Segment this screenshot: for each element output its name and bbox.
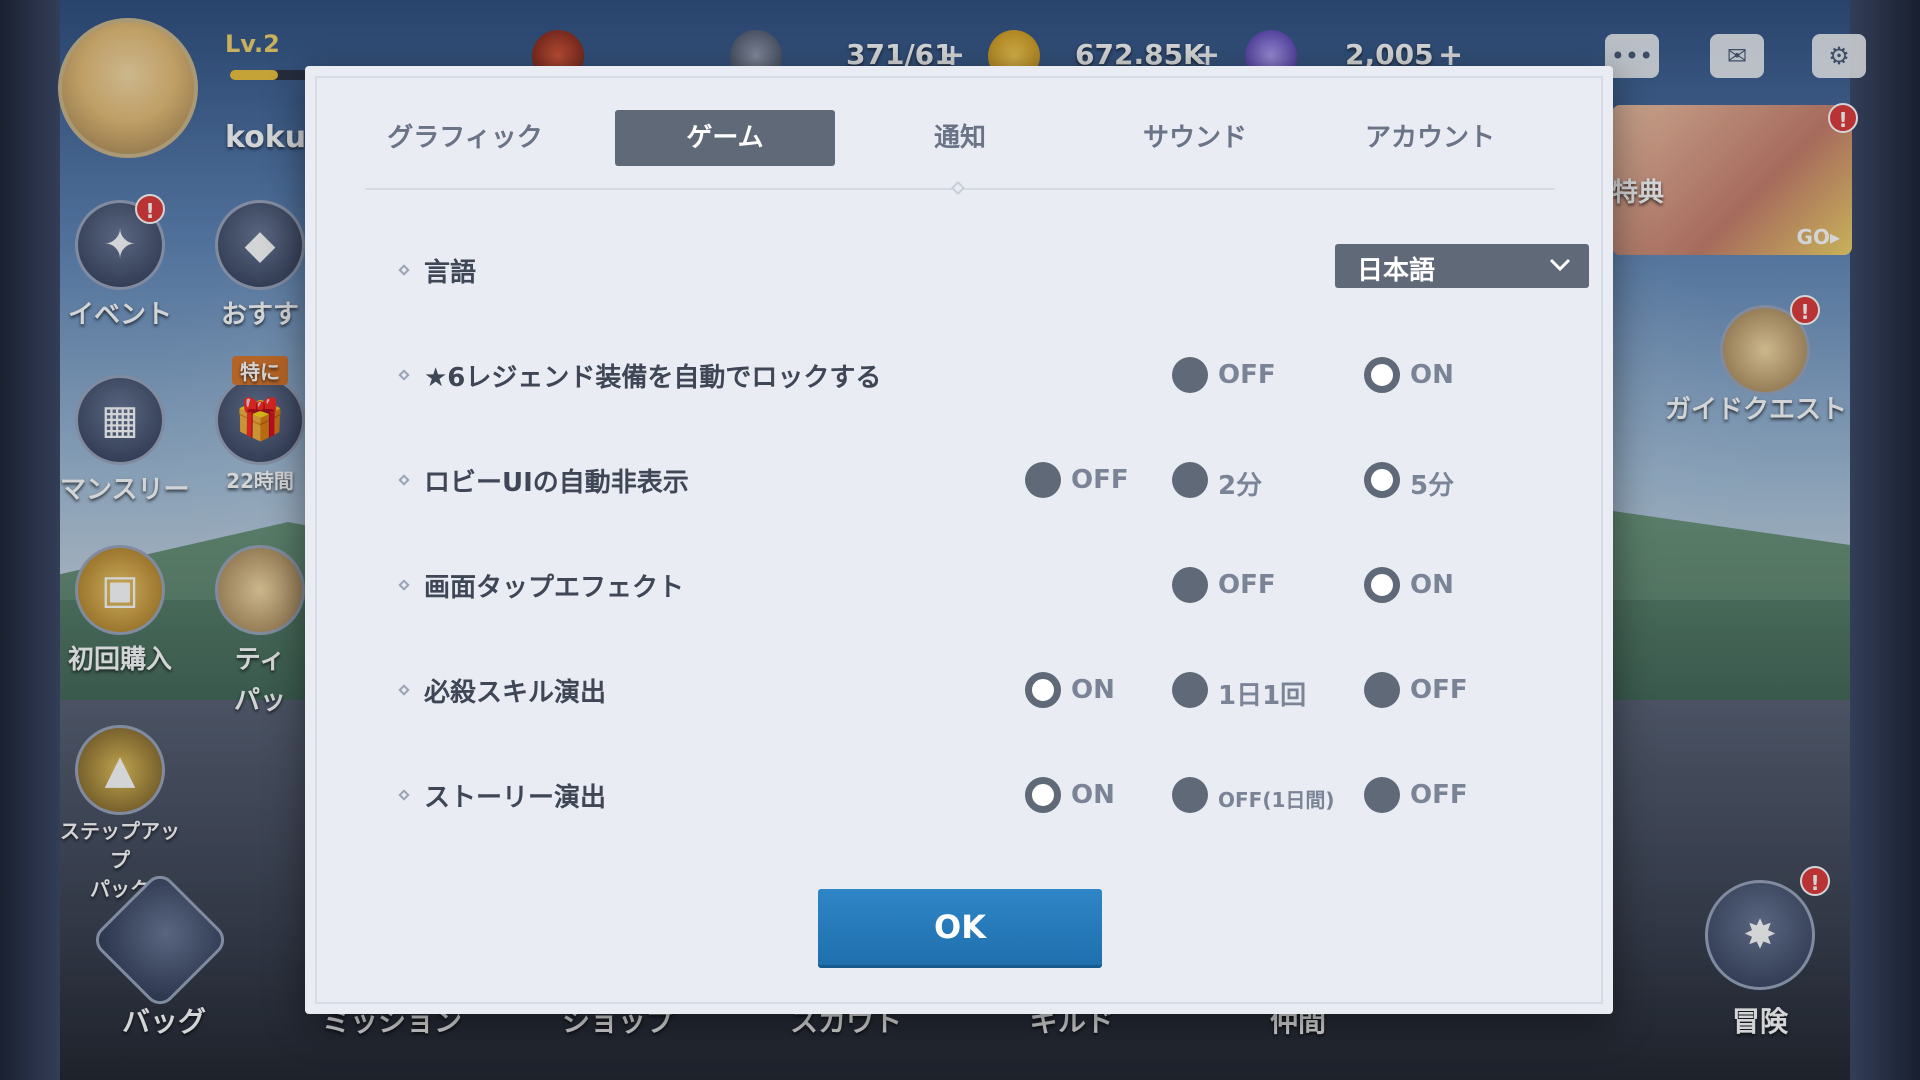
row-bullet	[398, 579, 410, 591]
radio-button[interactable]	[1364, 672, 1400, 708]
special-skill-label: 必殺スキル演出	[424, 678, 607, 708]
tab-graphics[interactable]: グラフィック	[355, 110, 575, 166]
row-bullet	[398, 789, 410, 801]
radio-button[interactable]	[1172, 672, 1208, 708]
setting-row-story: ストーリー演出 ON OFF(1日間) OFF	[398, 771, 1530, 821]
language-value: 日本語	[1357, 256, 1436, 286]
option-label: OFF	[1218, 360, 1276, 390]
language-select[interactable]: 日本語	[1335, 244, 1589, 288]
row-bullet	[398, 684, 410, 696]
row-bullet	[398, 369, 410, 381]
setting-row-auto-lock: ★6レジェンド装備を自動でロックする OFF ON	[398, 351, 1530, 401]
option-label: 2分	[1218, 471, 1263, 501]
radio-button[interactable]	[1172, 357, 1208, 393]
radio-button[interactable]	[1364, 777, 1400, 813]
story-label: ストーリー演出	[424, 783, 607, 813]
row-bullet	[398, 474, 410, 486]
auto-lock-label: ★6レジェンド装備を自動でロックする	[424, 363, 882, 393]
option-label: OFF(1日間)	[1218, 788, 1335, 812]
setting-row-special-skill: 必殺スキル演出 ON 1日1回 OFF	[398, 666, 1530, 716]
language-label: 言語	[424, 258, 477, 288]
settings-tabs: グラフィック ゲーム 通知 サウンド アカウント	[355, 110, 1535, 170]
lobby-ui-hide-label: ロビーUIの自動非表示	[424, 468, 689, 498]
tab-game[interactable]: ゲーム	[615, 110, 835, 166]
option-label: 1日1回	[1218, 681, 1307, 711]
option-label: ON	[1410, 360, 1454, 390]
radio-button[interactable]	[1172, 462, 1208, 498]
radio-button[interactable]	[1172, 567, 1208, 603]
option-label: OFF	[1218, 570, 1276, 600]
option-label: ON	[1071, 675, 1115, 705]
radio-button-selected[interactable]	[1364, 462, 1400, 498]
option-label: OFF	[1410, 780, 1468, 810]
setting-row-lobby-ui-hide: ロビーUIの自動非表示 OFF 2分 5分	[398, 456, 1530, 506]
radio-button-selected[interactable]	[1025, 777, 1061, 813]
tab-sound[interactable]: サウンド	[1085, 110, 1305, 166]
tab-notifications[interactable]: 通知	[850, 110, 1070, 166]
option-label: ON	[1071, 780, 1115, 810]
tap-effect-label: 画面タップエフェクト	[424, 573, 685, 603]
settings-modal: グラフィック ゲーム 通知 サウンド アカウント 言語 日本語 ★6レジェンド装…	[305, 66, 1613, 1014]
option-label: OFF	[1071, 465, 1129, 495]
radio-button-selected[interactable]	[1364, 567, 1400, 603]
radio-button-selected[interactable]	[1025, 672, 1061, 708]
chevron-down-icon	[1549, 258, 1571, 272]
radio-button[interactable]	[1025, 462, 1061, 498]
radio-button[interactable]	[1172, 777, 1208, 813]
option-label: OFF	[1410, 675, 1468, 705]
tab-divider-ornament	[950, 180, 966, 196]
option-label: 5分	[1410, 471, 1455, 501]
ok-button[interactable]: OK	[818, 889, 1102, 965]
radio-button-selected[interactable]	[1364, 357, 1400, 393]
option-label: ON	[1410, 570, 1454, 600]
setting-row-tap-effect: 画面タップエフェクト OFF ON	[398, 561, 1530, 611]
tab-account[interactable]: アカウント	[1320, 110, 1540, 166]
row-bullet	[398, 264, 410, 276]
setting-row-language: 言語 日本語	[398, 244, 1589, 296]
